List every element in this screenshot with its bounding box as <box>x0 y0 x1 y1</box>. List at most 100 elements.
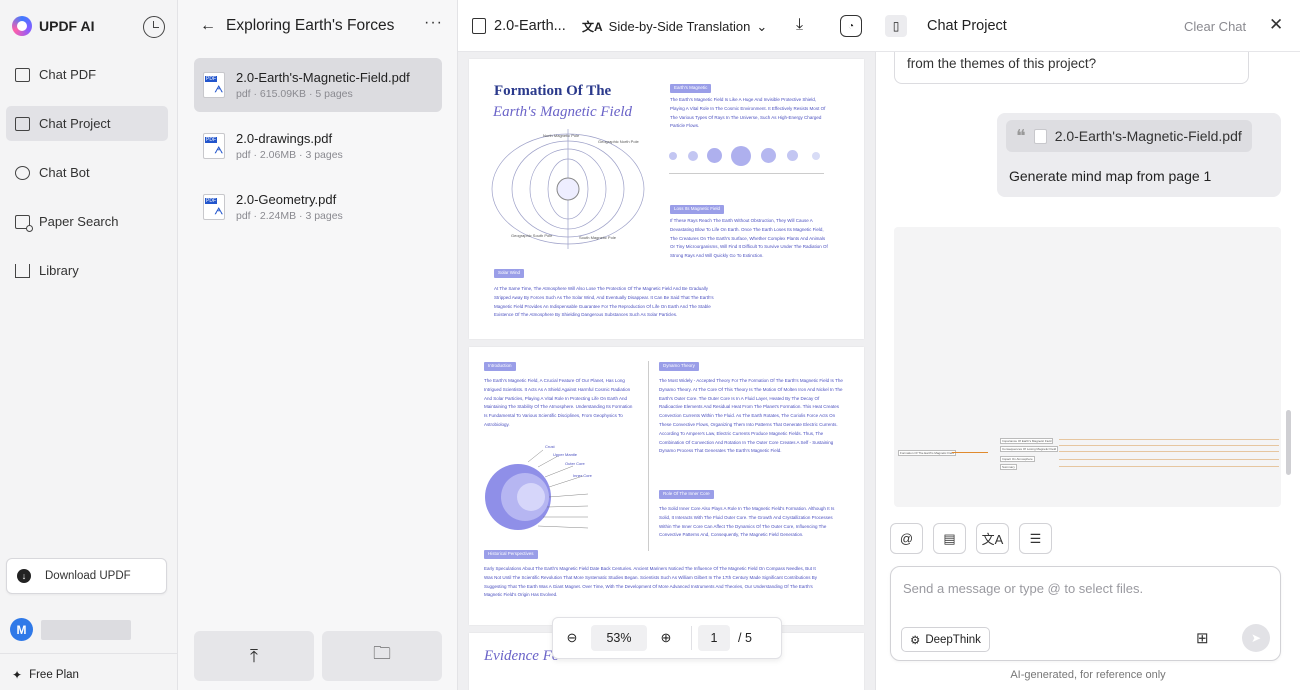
pdf-file-icon <box>1033 128 1047 144</box>
sidebar-item-paper-search[interactable]: Paper Search <box>6 204 168 239</box>
download-updf-button[interactable]: ↓ Download UPDF <box>6 558 167 594</box>
column-divider <box>648 361 649 551</box>
mind-map-branch: Consequences Of Losing Magnetic Field <box>1000 446 1059 452</box>
sidebar-item-label: Paper Search <box>39 214 119 229</box>
mind-map-edge <box>1059 451 1279 452</box>
updf-logo-icon <box>12 16 32 36</box>
plan-label: Free Plan <box>29 669 79 681</box>
zoom-in-icon[interactable]: ⊕ <box>647 630 685 646</box>
sidebar-item-chat-project[interactable]: Chat Project <box>6 106 168 141</box>
divider <box>0 653 177 654</box>
file-meta: pdf · 2.24MB · 3 pages <box>236 210 343 222</box>
section-text: The Solid Inner Core Also Plays A Role I… <box>659 506 835 538</box>
back-arrow-icon[interactable]: ← <box>200 17 216 35</box>
deepthink-label: DeepThink <box>925 633 981 646</box>
planet-mercury <box>669 152 677 160</box>
section-chip: Introduction <box>484 362 516 371</box>
quote-icon: ❝ <box>1016 125 1026 146</box>
summarize-button[interactable]: ▤ <box>933 523 966 554</box>
file-meta: pdf · 615.09KB · 5 pages <box>236 88 353 100</box>
magnetic-field-diagram: North Magnetic Pole Geographic North Pol… <box>491 129 645 249</box>
translate-icon: 文A <box>582 20 603 34</box>
file-item[interactable]: PDF ᗅ 2.0-drawings.pdf pdf · 2.06MB · 3 p… <box>194 119 442 173</box>
mind-map-edge <box>952 452 988 453</box>
section-chip: Loss Its Magnetic Field <box>670 205 725 214</box>
file-name: 2.0-drawings.pdf <box>236 131 333 146</box>
svg-text:North Magnetic Pole: North Magnetic Pole <box>543 133 580 138</box>
divider <box>691 626 692 650</box>
mind-map-result[interactable]: Formation Of The Earth's Magnetic Field … <box>894 227 1281 507</box>
section-chip: Dynamo Theory <box>659 362 699 371</box>
more-options-icon[interactable]: ··· <box>424 14 443 32</box>
summary-icon: ▤ <box>943 530 956 546</box>
chat-scrollbar[interactable] <box>1286 410 1291 475</box>
upload-button[interactable]: ⤒ <box>194 631 314 681</box>
planet-mercury-small <box>812 152 820 160</box>
page-total-value: 5 <box>744 631 752 645</box>
history-icon[interactable] <box>143 16 165 38</box>
pdf-page: Formation Of The Earth's Magnetic Field … <box>469 59 864 339</box>
user-message-text: Generate mind map from page 1 <box>1009 168 1212 184</box>
translate-button[interactable]: 文A <box>976 523 1009 554</box>
user-message: ❝ 2.0-Earth's-Magnetic-Field.pdf Generat… <box>997 113 1281 197</box>
project-files-panel: ← Exploring Earth's Forces ··· PDF ᗅ 2.0-… <box>178 0 458 690</box>
section-text: Early Speculations About The Earth's Mag… <box>484 566 817 598</box>
page-subheading: Earth's Magnetic Field <box>493 104 633 120</box>
section-text: At The Same Time, The Atmosphere Will Al… <box>494 286 714 318</box>
add-folder-button[interactable]: 🗀 <box>322 631 442 681</box>
clear-chat-button[interactable]: Clear Chat <box>1184 19 1246 34</box>
sidebar-item-chat-bot[interactable]: Chat Bot <box>6 155 168 190</box>
app-logo[interactable]: UPDF AI <box>12 16 94 36</box>
file-list: PDF ᗅ 2.0-Earth's-Magnetic-Field.pdf pdf … <box>194 58 442 241</box>
download-icon[interactable]: ⤓ <box>796 16 803 34</box>
close-icon[interactable]: ✕ <box>1269 15 1283 35</box>
planet-saturn <box>731 146 751 166</box>
page-heading: Formation Of The <box>494 83 612 99</box>
ai-assistant-icon[interactable]: ◔ <box>840 15 862 37</box>
project-title: Exploring Earth's Forces <box>226 17 395 34</box>
mind-map-edge <box>1059 466 1279 467</box>
chat-panel: ▯ Chat Project Clear Chat ✕ from the the… <box>876 0 1300 690</box>
explain-button[interactable]: ☰ <box>1019 523 1052 554</box>
bot-icon <box>15 165 30 180</box>
section-text: The Earth's Magnetic Field, A Crucial Fe… <box>484 378 633 427</box>
at-mention-button[interactable]: @ <box>890 523 923 554</box>
page-heading: Evidence Fo <box>484 648 560 664</box>
send-button[interactable]: ➤ <box>1242 624 1270 652</box>
planet-neptune <box>787 150 798 161</box>
folder-icon <box>15 116 30 131</box>
deepthink-toggle[interactable]: ⚙ DeepThink <box>901 627 990 652</box>
page-number-input[interactable]: 1 <box>698 625 730 651</box>
pdf-file-icon: PDF ᗅ <box>203 72 225 98</box>
svg-text:Geographic North Pole: Geographic North Pole <box>598 139 639 144</box>
sidebar-item-label: Chat Bot <box>39 165 90 180</box>
document-name: 2.0-Earth... <box>494 18 566 34</box>
section-chip: Historical Perspectives <box>484 550 538 559</box>
page-total: / 5 <box>738 631 752 645</box>
file-item[interactable]: PDF ᗅ 2.0-Geometry.pdf pdf · 2.24MB · 3 p… <box>194 180 442 234</box>
book-icon[interactable]: ▯ <box>885 15 907 37</box>
plan-badge[interactable]: ✦ Free Plan <box>12 668 79 682</box>
sidebar-item-library[interactable]: Library <box>6 253 168 288</box>
layer-label: Upper Mantle <box>553 452 578 457</box>
section-chip: Earth's Magnetic <box>670 84 712 93</box>
svg-text:South Magnetic Pole: South Magnetic Pole <box>579 235 617 240</box>
user-profile[interactable]: M <box>10 618 131 641</box>
pdf-viewer: 2.0-Earth... 文A Side-by-Side Translation… <box>458 0 876 690</box>
document-title[interactable]: 2.0-Earth... <box>472 18 566 34</box>
quoted-file[interactable]: ❝ 2.0-Earth's-Magnetic-Field.pdf <box>1006 120 1252 152</box>
message-composer: ⚙ DeepThink ⊞ ➤ <box>890 566 1281 661</box>
previous-message: from the themes of this project? <box>894 52 1249 84</box>
file-item[interactable]: PDF ᗅ 2.0-Earth's-Magnetic-Field.pdf pdf … <box>194 58 442 112</box>
project-header: ← Exploring Earth's Forces <box>200 17 394 35</box>
zoom-level[interactable]: 53% <box>591 625 647 651</box>
mind-map-branch: Summary <box>1000 464 1017 470</box>
sidebar-item-chat-pdf[interactable]: Chat PDF <box>6 57 168 92</box>
app-window: UPDF AI Chat PDF Chat Project Chat Bot P… <box>0 0 1300 690</box>
image-upload-icon[interactable]: ⊞ <box>1196 629 1209 647</box>
deepthink-icon: ⚙ <box>910 634 921 647</box>
translation-mode-dropdown[interactable]: 文A Side-by-Side Translation ⌄ <box>582 18 767 35</box>
mind-map-edge <box>1059 459 1279 460</box>
message-input[interactable] <box>903 581 1263 596</box>
zoom-out-icon[interactable]: ⊖ <box>553 630 591 646</box>
